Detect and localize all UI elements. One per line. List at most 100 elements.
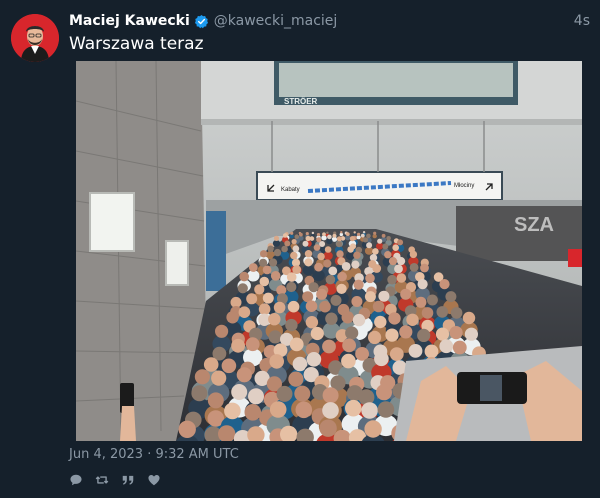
crowd-person-head bbox=[322, 339, 336, 354]
author-name[interactable]: Maciej Kawecki bbox=[69, 13, 190, 29]
crowd-person-head bbox=[452, 340, 467, 355]
crowd-person-head bbox=[238, 306, 251, 318]
avatar[interactable] bbox=[11, 14, 59, 62]
crowd-person-body bbox=[272, 240, 281, 247]
crowd-person-head bbox=[273, 301, 286, 314]
direction-right-text: Młociny bbox=[454, 183, 474, 189]
crowd-person-head bbox=[420, 263, 429, 273]
crowd-person-head bbox=[258, 303, 271, 315]
crowd-person-head bbox=[319, 419, 337, 437]
crowd-person-head bbox=[231, 338, 246, 353]
crowd-person-head bbox=[316, 233, 321, 237]
crowd-person-head bbox=[194, 369, 210, 385]
avatar-portrait bbox=[11, 14, 59, 62]
crowd-person-head bbox=[260, 250, 268, 258]
crowd-person-head bbox=[388, 257, 398, 266]
crowd-person-head bbox=[285, 318, 298, 332]
crowd-person-head bbox=[295, 401, 313, 419]
crowd-person-head bbox=[374, 315, 387, 329]
crowd-person-head bbox=[341, 311, 354, 324]
crowd-person-head bbox=[397, 257, 406, 266]
crowd-person-head bbox=[381, 233, 386, 238]
crowd-person-head bbox=[203, 357, 219, 372]
crowd-person-head bbox=[364, 420, 382, 438]
crowd-person-head bbox=[322, 402, 339, 419]
crowd-person-head bbox=[377, 401, 395, 418]
wall-sign-text: SZA bbox=[514, 214, 554, 236]
crowd-person-head bbox=[353, 251, 361, 259]
crowd-person-head bbox=[239, 271, 249, 282]
crowd-person-head bbox=[377, 238, 383, 244]
crowd-person-head bbox=[248, 388, 264, 405]
tweet-date[interactable]: Jun 4, 2023 · 9:32 AM UTC bbox=[69, 447, 239, 462]
crowd-person-head bbox=[313, 244, 321, 251]
crowd-person-head bbox=[290, 251, 298, 260]
crowd-person-head bbox=[417, 279, 428, 290]
crowd-person-body bbox=[312, 269, 325, 282]
crowd-person-head bbox=[211, 370, 227, 386]
crowd-person-head bbox=[316, 288, 328, 300]
crowd-person-head bbox=[207, 392, 224, 409]
retweet-icon[interactable] bbox=[95, 472, 109, 486]
crowd-person-head bbox=[445, 291, 457, 303]
crowd-person-head bbox=[289, 337, 304, 352]
crowd-person-head bbox=[362, 231, 366, 234]
crowd-person-head bbox=[308, 282, 319, 293]
crowd-person-head bbox=[236, 367, 252, 383]
quote-icon[interactable] bbox=[121, 472, 135, 486]
crowd-person-head bbox=[389, 347, 404, 361]
tweet-actions bbox=[69, 472, 161, 486]
crowd-person-head bbox=[394, 264, 403, 274]
crowd-person-head bbox=[282, 233, 288, 238]
crowd-person-head bbox=[270, 271, 281, 281]
author-handle[interactable]: @kawecki_maciej bbox=[214, 13, 338, 29]
crowd-person-head bbox=[221, 358, 237, 374]
crowd-person-head bbox=[439, 339, 454, 354]
crowd-person-body bbox=[289, 234, 294, 239]
crowd-person-head bbox=[305, 235, 311, 242]
relative-timestamp[interactable]: 4s bbox=[574, 13, 590, 29]
crowd-person-head bbox=[268, 330, 282, 344]
crowd-person-head bbox=[273, 248, 282, 257]
crowd-person-head bbox=[351, 296, 363, 307]
crowd-person-head bbox=[397, 239, 404, 246]
reply-icon[interactable] bbox=[69, 472, 83, 486]
crowd-person-head bbox=[305, 232, 309, 236]
crowd-person-head bbox=[281, 245, 288, 253]
crowd-person-head bbox=[342, 338, 356, 353]
crowd-person-head bbox=[294, 385, 311, 402]
crowd-person-head bbox=[324, 246, 332, 253]
crowd-person-head bbox=[305, 300, 318, 312]
crowd-person-head bbox=[269, 354, 284, 369]
crowd-person-head bbox=[294, 234, 300, 239]
crowd-person-head bbox=[328, 266, 338, 276]
crowd-person-head bbox=[231, 384, 248, 400]
crowd-person-head bbox=[372, 248, 379, 255]
crowd-person-head bbox=[262, 292, 274, 304]
crowd-person-head bbox=[325, 312, 338, 325]
tweet-header: Maciej Kawecki @kawecki_maciej 4s bbox=[69, 11, 590, 31]
crowd-person-head bbox=[325, 274, 336, 285]
crowd-person-head bbox=[362, 237, 369, 243]
crowd-person-head bbox=[364, 291, 376, 303]
crowd-person-head bbox=[305, 316, 319, 329]
crowd-person-head bbox=[399, 325, 413, 339]
like-icon[interactable] bbox=[147, 472, 161, 486]
crowd-person-head bbox=[306, 352, 322, 367]
crowd-person-head bbox=[353, 279, 364, 290]
crowd-person-head bbox=[287, 300, 300, 313]
crowd-person-head bbox=[319, 300, 331, 313]
crowd-person-head bbox=[450, 307, 463, 319]
crowd-person-head bbox=[366, 233, 371, 239]
crowd-person-head bbox=[345, 326, 359, 340]
tweet-photo[interactable]: STRÖER Kabaty Młociny SZA bbox=[76, 61, 582, 441]
ad-sign-text: STRÖER bbox=[284, 97, 318, 106]
crowd-person-head bbox=[178, 420, 196, 438]
crowd-person-head bbox=[353, 231, 356, 234]
crowd-person-head bbox=[336, 283, 347, 294]
crowd-person-head bbox=[349, 236, 355, 242]
crowd-person-head bbox=[408, 344, 423, 358]
crowd-person-head bbox=[378, 290, 390, 302]
crowd-person-head bbox=[373, 231, 377, 235]
crowd-person-head bbox=[291, 239, 297, 245]
